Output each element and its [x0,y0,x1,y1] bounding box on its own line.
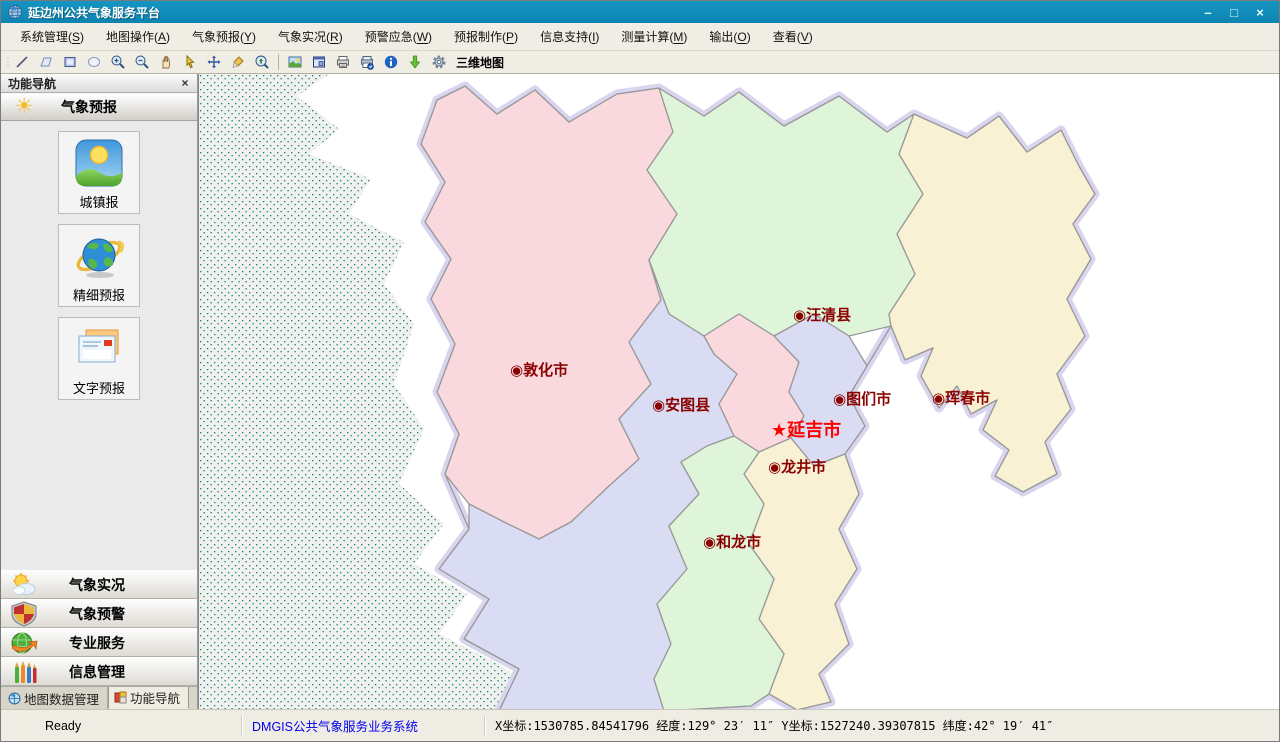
image-export-icon[interactable] [284,52,306,72]
function-nav-panel: 功能导航 × ☀ 气象预报 [1,74,198,709]
panel-header: 功能导航 × [1,74,197,93]
map-label-wangqing: ◉汪清县 [793,306,851,324]
text-forecast-mail-icon [74,324,124,374]
map-label-antu: ◉安图县 [652,396,710,414]
status-bar: Ready DMGIS公共气象服务业务系统 X坐标:1530785.845417… [1,709,1279,741]
toolbar-separator [278,54,279,70]
map-canvas[interactable]: ◉敦化市 ◉安图县 ◉汪清县 ◉图们市 ◉珲春市 ★延吉市 ◉龙井市 ◉和龙市 [199,74,1279,709]
tab-map-data-management[interactable]: 地图数据管理 [3,687,108,709]
map-label-yanji: ★延吉市 [771,419,841,440]
nav-groups: 气象实况 气象预警 [1,570,197,686]
map-region-hunchun[interactable] [889,114,1095,492]
nav-label: 气象预警 [69,604,125,624]
tab-function-nav[interactable]: 功能导航 [108,687,189,709]
nav-info-management[interactable]: 信息管理 [1,657,197,686]
print-color-icon[interactable] [356,52,378,72]
map-viewport[interactable]: ◉敦化市 ◉安图县 ◉汪清县 ◉图们市 ◉珲春市 ★延吉市 ◉龙井市 ◉和龙市 [198,74,1279,709]
window-view-icon[interactable] [308,52,330,72]
title-bar: 延边州公共气象服务平台 – □ × [1,1,1279,23]
window-title: 延边州公共气象服务平台 [28,4,1195,21]
pan-hand-icon[interactable] [155,52,177,72]
window-panel-icon [114,691,127,704]
menu-map-operation[interactable]: 地图操作(A) [95,24,181,49]
warning-shield-icon [9,601,39,627]
menu-weather-live[interactable]: 气象实况(R) [267,24,354,49]
town-forecast-icon [74,138,124,188]
app-globe-icon [7,4,23,20]
info-icon[interactable] [380,52,402,72]
menu-forecast-making[interactable]: 预报制作(P) [443,24,529,49]
zoom-in-icon[interactable] [107,52,129,72]
button-label: 文字预报 [73,378,125,397]
map-label-hunchun: ◉珲春市 [932,389,990,407]
menu-bar: 系统管理(S) 地图操作(A) 气象预报(Y) 气象实况(R) 预警应急(W) … [1,23,1279,51]
polygon-tool-icon[interactable] [35,52,57,72]
sun-cloud-icon [9,572,39,598]
print-icon[interactable] [332,52,354,72]
panel-close-icon[interactable]: × [177,76,193,91]
tab-label: 功能导航 [130,688,180,707]
nav-weather-live[interactable]: 气象实况 [1,570,197,599]
line-tool-icon[interactable] [11,52,33,72]
menu-output[interactable]: 输出(O) [698,24,761,49]
globe-arrow-icon [9,630,39,656]
fine-forecast-button[interactable]: 精细预报 [58,224,140,307]
tool-bar: ⋮ 三维地图 [1,51,1279,73]
nav-professional-service[interactable]: 专业服务 [1,628,197,657]
button-label: 城镇报 [79,192,118,211]
map-label-tumen: ◉图们市 [833,390,891,408]
minimize-button[interactable]: – [1195,5,1221,20]
zoom-full-extent-icon[interactable] [251,52,273,72]
download-arrow-icon[interactable] [404,52,426,72]
zoom-out-icon[interactable] [131,52,153,72]
button-label: 精细预报 [73,285,125,304]
ellipse-tool-icon[interactable] [83,52,105,72]
panel-tabs: 地图数据管理 功能导航 [1,686,197,709]
map-data-globe-icon [8,692,21,705]
status-ready: Ready [45,719,241,733]
menu-system[interactable]: 系统管理(S) [9,24,95,49]
status-coordinates: X坐标:1530785.84541796 经度:129° 23′ 11″ Y坐标… [495,717,1279,734]
nav-label: 信息管理 [69,662,125,682]
color-pens-icon [9,659,39,685]
menu-warning-emergency[interactable]: 预警应急(W) [354,24,443,49]
nav-weather-warning[interactable]: 气象预警 [1,599,197,628]
fine-forecast-globe-icon [74,231,124,281]
panel-title: 功能导航 [8,75,56,92]
section-title: 气象预报 [61,97,117,117]
map-3d-button[interactable]: 三维地图 [456,54,504,71]
settings-gear-icon[interactable] [428,52,450,72]
maximize-button[interactable]: □ [1221,5,1247,20]
menu-view[interactable]: 查看(V) [762,24,824,49]
select-arrow-icon[interactable] [179,52,201,72]
close-button[interactable]: × [1247,5,1273,20]
status-divider [484,716,485,736]
map-label-helong: ◉和龙市 [703,533,761,551]
map-label-longjing: ◉龙井市 [768,458,826,476]
sun-icon: ☀ [9,94,39,120]
rectangle-tool-icon[interactable] [59,52,81,72]
status-divider [241,716,242,736]
nav-label: 气象实况 [69,575,125,595]
menu-weather-forecast[interactable]: 气象预报(Y) [181,24,267,49]
menu-measure-calc[interactable]: 测量计算(M) [610,24,698,49]
toolbar-grip[interactable]: ⋮ [3,57,9,68]
map-label-dunhua: ◉敦化市 [510,361,568,379]
town-forecast-button[interactable]: 城镇报 [58,131,140,214]
main-area: 功能导航 × ☀ 气象预报 [1,73,1279,709]
app-window: 延边州公共气象服务平台 – □ × 系统管理(S) 地图操作(A) 气象预报(Y… [0,0,1280,742]
nav-label: 专业服务 [69,633,125,653]
move-cross-icon[interactable] [203,52,225,72]
section-weather-forecast[interactable]: ☀ 气象预报 [1,93,197,121]
menu-info-support[interactable]: 信息支持(I) [529,24,610,49]
status-system-name: DMGIS公共气象服务业务系统 [252,716,484,735]
tab-label: 地图数据管理 [24,689,99,708]
text-forecast-button[interactable]: 文字预报 [58,317,140,400]
forecast-buttons: 城镇报 精细预报 [1,121,197,570]
brush-icon[interactable] [227,52,249,72]
